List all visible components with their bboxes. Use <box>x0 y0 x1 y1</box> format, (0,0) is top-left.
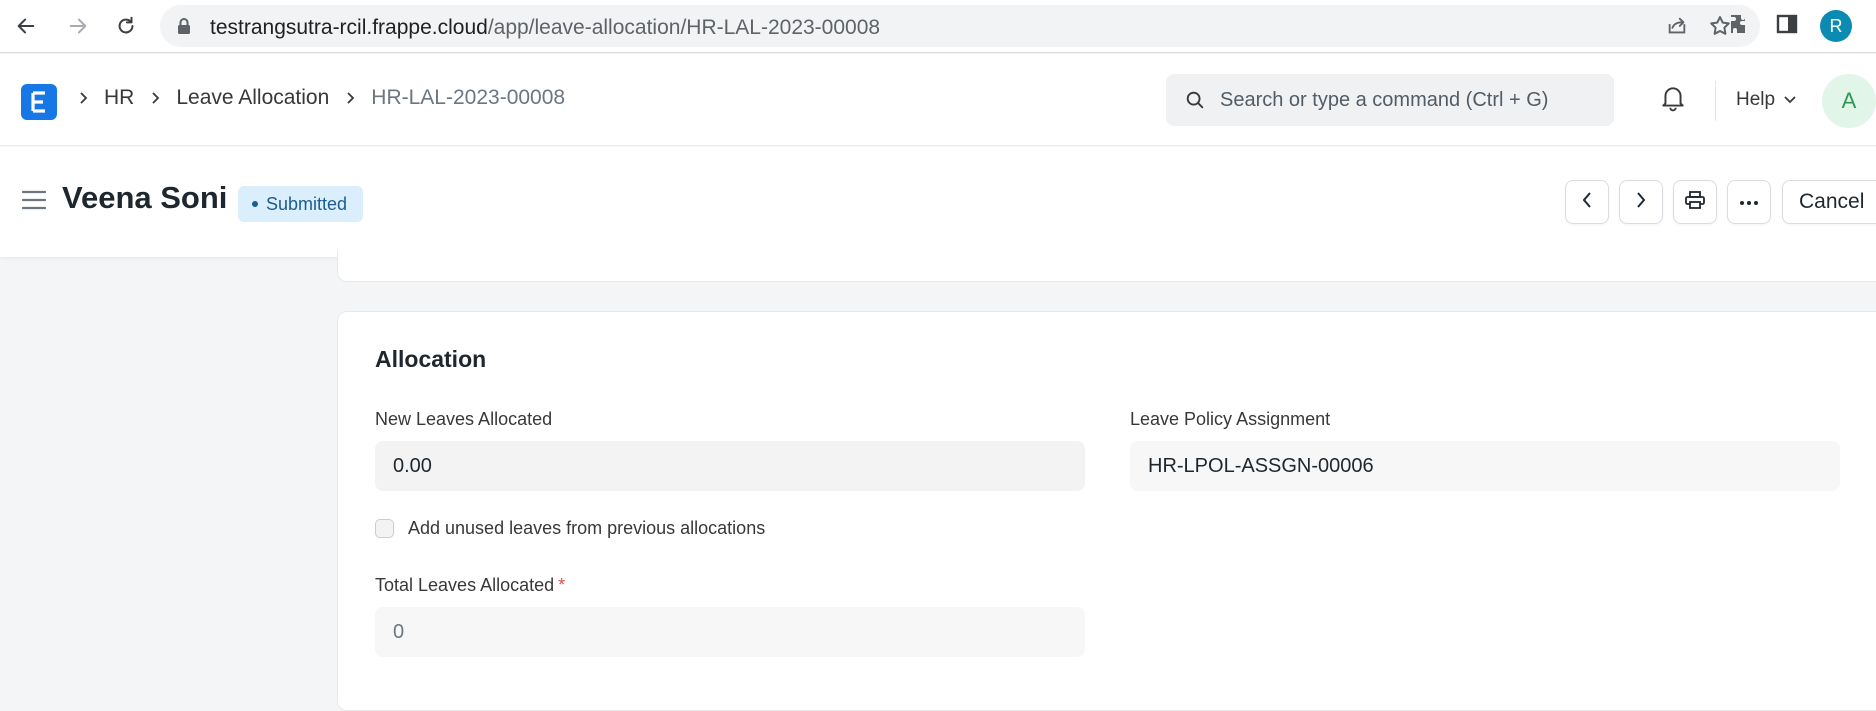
new-leaves-allocated-label: New Leaves Allocated <box>375 409 553 429</box>
share-icon[interactable] <box>1666 15 1688 42</box>
url-text[interactable]: testrangsutra-rcil.frappe.cloud/app/leav… <box>210 16 880 40</box>
leave-policy-assignment-link[interactable]: HR-LPOL-ASSGN-00006 <box>1130 441 1840 491</box>
url-path: /app/leave-allocation/HR-LAL-2023-00008 <box>487 16 881 39</box>
ellipsis-icon <box>1739 193 1759 211</box>
page-head: Veena Soni Submitted Cancel <box>0 147 1876 257</box>
total-leaves-label-text: Total Leaves Allocated <box>375 575 555 595</box>
app-navbar: HR Leave Allocation HR-LAL-2023-00008 Se… <box>0 54 1876 146</box>
allocation-section: Allocation New Leaves Allocated 0.00 Lea… <box>337 311 1876 711</box>
address-bar[interactable]: testrangsutra-rcil.frappe.cloud/app/leav… <box>160 5 1760 47</box>
help-label: Help <box>1736 89 1776 110</box>
chevron-right-icon <box>1635 191 1647 214</box>
app-logo[interactable] <box>21 84 57 120</box>
carry-forward-label[interactable]: Add unused leaves from previous allocati… <box>408 518 765 539</box>
help-dropdown[interactable]: Help <box>1736 89 1797 111</box>
navbar-divider <box>1715 81 1716 121</box>
breadcrumb: HR Leave Allocation HR-LAL-2023-00008 <box>78 86 581 110</box>
page-title: Veena Soni <box>62 180 228 215</box>
browser-toolbar: testrangsutra-rcil.frappe.cloud/app/leav… <box>0 0 1876 53</box>
section-title: Allocation <box>375 346 487 372</box>
extensions-puzzle-icon[interactable] <box>1728 12 1752 41</box>
leave-policy-assignment-label: Leave Policy Assignment <box>1130 409 1331 429</box>
breadcrumb-current-doc[interactable]: HR-LAL-2023-00008 <box>371 86 565 110</box>
chevron-down-icon <box>1783 89 1797 111</box>
chevron-right-icon <box>78 91 90 105</box>
previous-section-card <box>337 250 1876 282</box>
notification-bell-icon[interactable] <box>1660 84 1686 117</box>
status-dot-icon <box>252 201 258 207</box>
status-label: Submitted <box>266 193 348 214</box>
browser-profile-avatar[interactable]: R <box>1820 10 1852 42</box>
cancel-button[interactable]: Cancel <box>1782 180 1876 224</box>
back-arrow-icon[interactable] <box>12 12 40 40</box>
carry-forward-checkbox[interactable] <box>375 519 394 538</box>
search-icon <box>1184 89 1206 116</box>
reload-icon[interactable] <box>112 12 140 40</box>
previous-doc-button[interactable] <box>1565 180 1609 224</box>
side-panel-icon[interactable] <box>1775 12 1799 41</box>
breadcrumb-leave-allocation[interactable]: Leave Allocation <box>176 86 329 110</box>
awesome-search-bar[interactable]: Search or type a command (Ctrl + G) <box>1166 74 1614 126</box>
lock-icon <box>176 17 192 40</box>
user-avatar[interactable]: A <box>1822 74 1876 128</box>
required-asterisk: * <box>558 575 566 595</box>
chevron-right-icon <box>345 91 357 105</box>
more-actions-button[interactable] <box>1727 180 1771 224</box>
next-doc-button[interactable] <box>1619 180 1663 224</box>
printer-icon <box>1684 190 1706 215</box>
forward-arrow-icon[interactable] <box>64 12 92 40</box>
sidebar-toggle-hamburger-icon[interactable] <box>21 190 47 215</box>
chevron-left-icon <box>1581 191 1593 214</box>
chevron-right-icon <box>150 91 162 105</box>
search-placeholder: Search or type a command (Ctrl + G) <box>1220 89 1549 111</box>
new-leaves-allocated-input[interactable]: 0.00 <box>375 441 1085 491</box>
total-leaves-allocated-value: 0 <box>375 607 1085 657</box>
print-button[interactable] <box>1673 180 1717 224</box>
url-host: testrangsutra-rcil.frappe.cloud <box>210 16 488 39</box>
status-badge: Submitted <box>238 186 364 222</box>
breadcrumb-hr[interactable]: HR <box>104 86 134 110</box>
total-leaves-allocated-label: Total Leaves Allocated * <box>375 575 565 596</box>
